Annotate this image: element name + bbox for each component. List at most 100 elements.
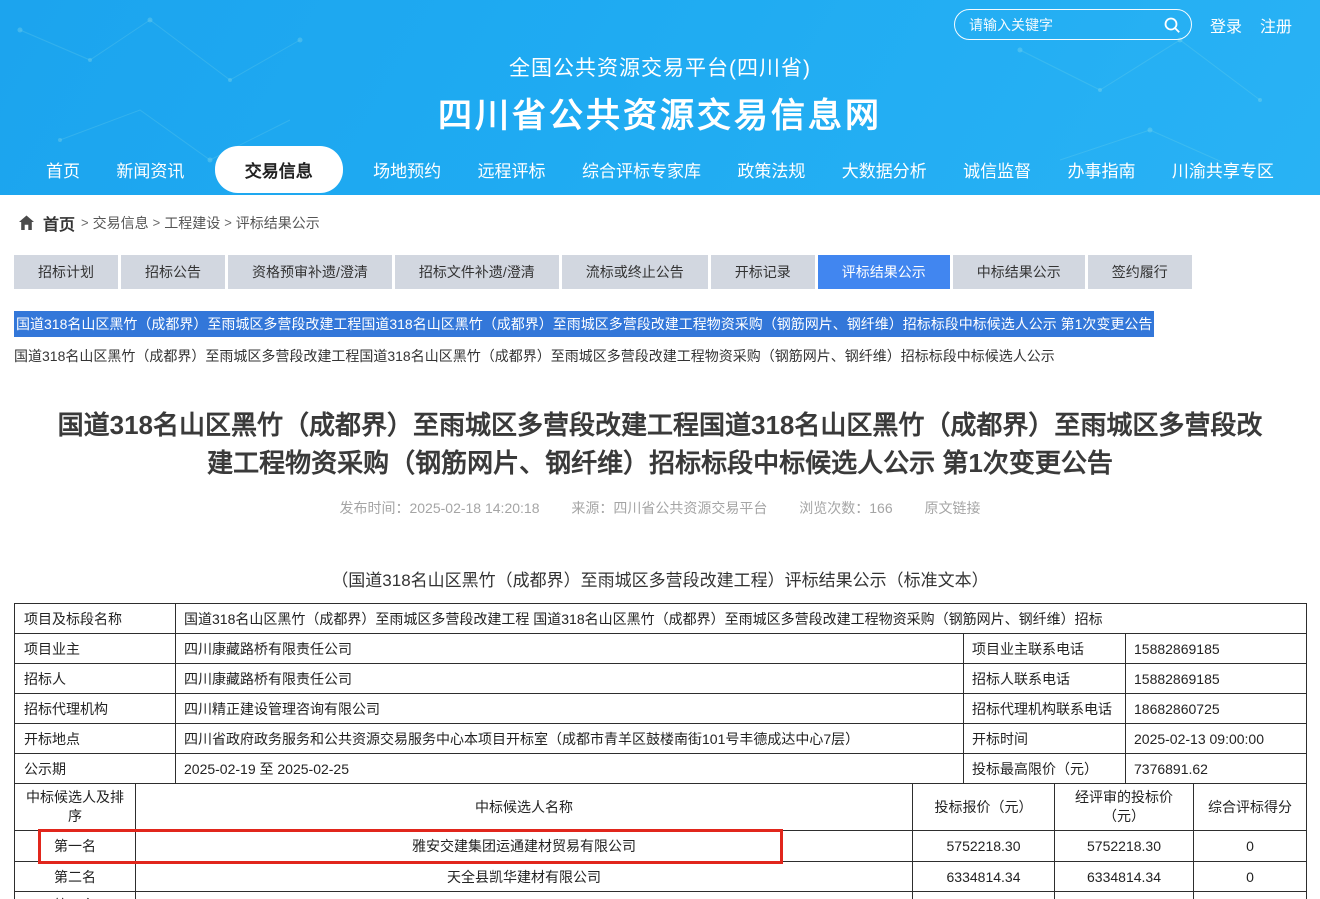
row-label: 招标代理机构 bbox=[15, 694, 176, 724]
nav-item-big-data[interactable]: 大数据分析 bbox=[836, 147, 933, 192]
nav-item-guide[interactable]: 办事指南 bbox=[1062, 147, 1142, 192]
project-info-table: 项目及标段名称 国道318名山区黑竹（成都界）至雨城区多营段改建工程 国道318… bbox=[14, 603, 1307, 784]
tab-winning-result[interactable]: 中标结果公示 bbox=[953, 255, 1085, 289]
search-input[interactable] bbox=[969, 17, 1163, 33]
result-tables: 项目及标段名称 国道318名山区黑竹（成都界）至雨城区多营段改建工程 国道318… bbox=[14, 603, 1306, 899]
notice-list: 国道318名山区黑竹（成都界）至雨城区多营段改建工程国道318名山区黑竹（成都界… bbox=[14, 311, 1320, 366]
table-row: 招标人 四川康藏路桥有限责任公司 招标人联系电话 15882869185 bbox=[15, 664, 1307, 694]
candidate-rank: 第二名 bbox=[15, 862, 136, 892]
notice-link-plain[interactable]: 国道318名山区黑竹（成都界）至雨城区多营段改建工程国道318名山区黑竹（成都界… bbox=[14, 346, 1320, 366]
article-meta: 发布时间：2025-02-18 14:20:18 来源：四川省公共资源交易平台 … bbox=[0, 498, 1320, 518]
main-navigation: 首页 新闻资讯 交易信息 场地预约 远程评标 综合评标专家库 政策法规 大数据分… bbox=[0, 143, 1320, 195]
row-label: 项目及标段名称 bbox=[15, 604, 176, 634]
view-count: 浏览次数：166 bbox=[799, 500, 892, 516]
tab-bidding-plan[interactable]: 招标计划 bbox=[14, 255, 118, 289]
row-label: 公示期 bbox=[15, 754, 176, 784]
table-row: 公示期 2025-02-19 至 2025-02-25 投标最高限价（元） 73… bbox=[15, 754, 1307, 784]
register-link[interactable]: 注册 bbox=[1260, 13, 1292, 37]
row-label: 开标地点 bbox=[15, 724, 176, 754]
nav-item-remote-evaluation[interactable]: 远程评标 bbox=[472, 147, 552, 192]
candidate-row-first: 第一名 雅安交建集团运通建材贸易有限公司 5752218.30 5752218.… bbox=[15, 831, 1307, 862]
nav-item-venue-booking[interactable]: 场地预约 bbox=[367, 147, 447, 192]
breadcrumb-engineering[interactable]: 工程建设 bbox=[164, 213, 220, 233]
original-link[interactable]: 原文链接 bbox=[925, 500, 981, 516]
login-link[interactable]: 登录 bbox=[1210, 13, 1242, 37]
row-label2: 开标时间 bbox=[964, 724, 1126, 754]
tab-failed-or-terminated[interactable]: 流标或终止公告 bbox=[562, 255, 708, 289]
col-header-name: 中标候选人名称 bbox=[136, 784, 913, 831]
page-title: 国道318名山区黑竹（成都界）至雨城区多营段改建工程国道318名山区黑竹（成都界… bbox=[50, 406, 1270, 482]
breadcrumb-separator: > bbox=[224, 215, 232, 230]
candidate-name bbox=[136, 892, 913, 899]
candidates-header-row: 中标候选人及排序 中标候选人名称 投标报价（元） 经评审的投标价（元） 综合评标… bbox=[15, 784, 1307, 831]
candidates-table: 中标候选人及排序 中标候选人名称 投标报价（元） 经评审的投标价（元） 综合评标… bbox=[14, 783, 1307, 899]
tab-prequalification-supplement[interactable]: 资格预审补遗/澄清 bbox=[228, 255, 392, 289]
notice-link-selected[interactable]: 国道318名山区黑竹（成都界）至雨城区多营段改建工程国道318名山区黑竹（成都界… bbox=[14, 311, 1154, 337]
row-value2: 2025-02-13 09:00:00 bbox=[1126, 724, 1307, 754]
row-value: 四川省政府政务服务和公共资源交易服务中心本项目开标室（成都市青羊区鼓楼南街101… bbox=[176, 724, 964, 754]
nav-item-chuanyu-zone[interactable]: 川渝共享专区 bbox=[1166, 147, 1280, 192]
tab-contract-performance[interactable]: 签约履行 bbox=[1088, 255, 1192, 289]
search-box[interactable] bbox=[954, 9, 1192, 40]
candidate-reviewed-bid bbox=[1055, 892, 1194, 899]
row-label2: 投标最高限价（元） bbox=[964, 754, 1126, 784]
nav-item-news[interactable]: 新闻资讯 bbox=[110, 147, 190, 192]
source: 来源：四川省公共资源交易平台 bbox=[571, 500, 767, 516]
row-value2: 15882869185 bbox=[1126, 664, 1307, 694]
breadcrumb-separator: > bbox=[81, 215, 89, 230]
row-label: 项目业主 bbox=[15, 634, 176, 664]
row-value: 四川康藏路桥有限责任公司 bbox=[176, 664, 964, 694]
site-header: 登录 注册 全国公共资源交易平台(四川省) 四川省公共资源交易信息网 首页 新闻… bbox=[0, 0, 1320, 195]
table-row: 项目业主 四川康藏路桥有限责任公司 项目业主联系电话 15882869185 bbox=[15, 634, 1307, 664]
candidate-row-third: 第三名 bbox=[15, 892, 1307, 899]
breadcrumb-trade-info[interactable]: 交易信息 bbox=[93, 213, 149, 233]
publish-time: 发布时间：2025-02-18 14:20:18 bbox=[339, 500, 539, 516]
table-row: 招标代理机构 四川精正建设管理咨询有限公司 招标代理机构联系电话 1868286… bbox=[15, 694, 1307, 724]
candidate-name: 雅安交建集团运通建材贸易有限公司 bbox=[136, 831, 913, 862]
candidate-bid bbox=[913, 892, 1055, 899]
row-value: 国道318名山区黑竹（成都界）至雨城区多营段改建工程 国道318名山区黑竹（成都… bbox=[176, 604, 1307, 634]
row-label2: 招标人联系电话 bbox=[964, 664, 1126, 694]
row-value2: 15882869185 bbox=[1126, 634, 1307, 664]
col-header-bid: 投标报价（元） bbox=[913, 784, 1055, 831]
category-tabs: 招标计划 招标公告 资格预审补遗/澄清 招标文件补遗/澄清 流标或终止公告 开标… bbox=[14, 255, 1320, 289]
candidate-score bbox=[1194, 892, 1307, 899]
nav-item-policies[interactable]: 政策法规 bbox=[731, 147, 811, 192]
tab-bidding-announcement[interactable]: 招标公告 bbox=[121, 255, 225, 289]
row-label2: 招标代理机构联系电话 bbox=[964, 694, 1126, 724]
col-header-rank: 中标候选人及排序 bbox=[15, 784, 136, 831]
search-icon[interactable] bbox=[1163, 16, 1181, 34]
col-header-reviewed-bid: 经评审的投标价（元） bbox=[1055, 784, 1194, 831]
nav-item-expert-pool[interactable]: 综合评标专家库 bbox=[576, 147, 707, 192]
col-header-score: 综合评标得分 bbox=[1194, 784, 1307, 831]
nav-item-trade-info[interactable]: 交易信息 bbox=[215, 146, 343, 193]
row-value2: 18682860725 bbox=[1126, 694, 1307, 724]
candidate-score: 0 bbox=[1194, 831, 1307, 862]
candidate-bid: 6334814.34 bbox=[913, 862, 1055, 892]
breadcrumb: 首页 > 交易信息 > 工程建设 > 评标结果公示 bbox=[0, 195, 1320, 250]
site-title: 四川省公共资源交易信息网 bbox=[0, 88, 1320, 137]
masthead: 全国公共资源交易平台(四川省) 四川省公共资源交易信息网 bbox=[0, 52, 1320, 137]
tab-document-supplement[interactable]: 招标文件补遗/澄清 bbox=[395, 255, 559, 289]
row-label: 招标人 bbox=[15, 664, 176, 694]
breadcrumb-home[interactable]: 首页 bbox=[43, 211, 75, 235]
candidate-score: 0 bbox=[1194, 862, 1307, 892]
row-value: 四川康藏路桥有限责任公司 bbox=[176, 634, 964, 664]
nav-item-home[interactable]: 首页 bbox=[40, 147, 86, 192]
nav-item-integrity[interactable]: 诚信监督 bbox=[957, 147, 1037, 192]
candidate-name: 天全县凯华建材有限公司 bbox=[136, 862, 913, 892]
row-value2: 7376891.62 bbox=[1126, 754, 1307, 784]
candidate-row-second: 第二名 天全县凯华建材有限公司 6334814.34 6334814.34 0 bbox=[15, 862, 1307, 892]
row-label2: 项目业主联系电话 bbox=[964, 634, 1126, 664]
breadcrumb-separator: > bbox=[153, 215, 161, 230]
result-section-title: （国道318名山区黑竹（成都界）至雨城区多营段改建工程）评标结果公示（标准文本） bbox=[0, 566, 1320, 591]
candidate-rank: 第一名 bbox=[15, 831, 136, 862]
row-value: 2025-02-19 至 2025-02-25 bbox=[176, 754, 964, 784]
platform-title: 全国公共资源交易平台(四川省) bbox=[0, 52, 1320, 82]
tab-evaluation-result[interactable]: 评标结果公示 bbox=[818, 255, 950, 289]
tab-bid-opening-record[interactable]: 开标记录 bbox=[711, 255, 815, 289]
candidate-bid: 5752218.30 bbox=[913, 831, 1055, 862]
row-value: 四川精正建设管理咨询有限公司 bbox=[176, 694, 964, 724]
breadcrumb-evaluation-result[interactable]: 评标结果公示 bbox=[236, 213, 320, 233]
home-icon[interactable] bbox=[18, 215, 35, 231]
